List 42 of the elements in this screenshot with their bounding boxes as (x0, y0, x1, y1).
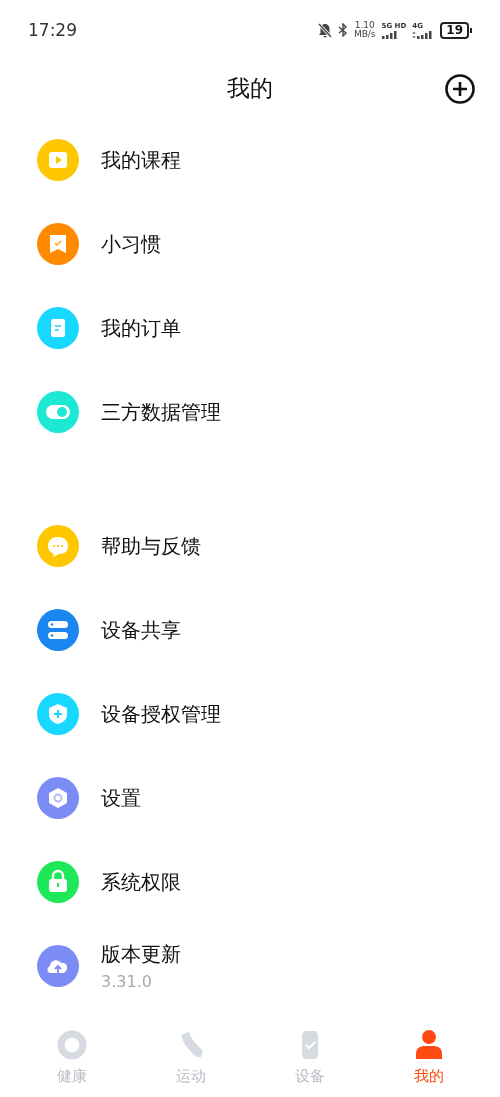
version-number: 3.31.0 (101, 972, 153, 991)
server-icon (37, 609, 79, 651)
signal-icon (412, 30, 435, 39)
menu-item[interactable]: 设备授权管理 (0, 672, 500, 756)
menu-item-label: 版本更新 (101, 941, 181, 968)
status-time: 17:29 (28, 20, 78, 40)
document-icon (37, 307, 79, 349)
speed-value: 1.10 (354, 21, 375, 30)
menu-item[interactable]: 三方数据管理 (0, 370, 500, 454)
bookmark-icon (37, 223, 79, 265)
menu-item[interactable]: 版本更新 3.31.0 (0, 924, 500, 1008)
add-icon (444, 73, 476, 105)
menu-item-label: 我的课程 (101, 146, 181, 174)
battery-icon: 19 (440, 21, 472, 39)
menu-item[interactable]: 帮助与反馈 (0, 504, 500, 588)
menu-item[interactable]: 设备共享 (0, 588, 500, 672)
add-button[interactable] (444, 73, 476, 105)
menu-item-label: 三方数据管理 (101, 398, 221, 426)
shield-icon (37, 693, 79, 735)
menu-item-label: 设置 (101, 784, 141, 812)
menu-item-label: 系统权限 (101, 868, 181, 896)
menu-item[interactable]: 我的订单 (0, 286, 500, 370)
menu-item-label: 我的订单 (101, 314, 181, 342)
chat-icon (37, 525, 79, 567)
menu-item-label: 设备共享 (101, 616, 181, 644)
speed-unit: MB/s (353, 30, 376, 39)
menu-item[interactable]: 设置 (0, 756, 500, 840)
menu-item-label: 设备授权管理 (101, 700, 221, 728)
signal-icon (381, 30, 400, 39)
menu-item[interactable]: 小习惯 (0, 202, 500, 286)
menu-item-label: 帮助与反馈 (101, 532, 201, 560)
mute-bell-icon (317, 22, 332, 38)
play-icon (37, 139, 79, 181)
cloud-icon (37, 945, 79, 987)
toggle-icon (37, 391, 79, 433)
bluetooth-icon (337, 23, 348, 37)
menu-item[interactable]: 我的课程 (0, 118, 500, 202)
lock-icon (37, 861, 79, 903)
menu-item-label: 小习惯 (101, 230, 161, 258)
menu-item[interactable]: 系统权限 (0, 840, 500, 924)
page-title: 我的 (227, 73, 273, 103)
ring-icon (55, 1028, 88, 1061)
